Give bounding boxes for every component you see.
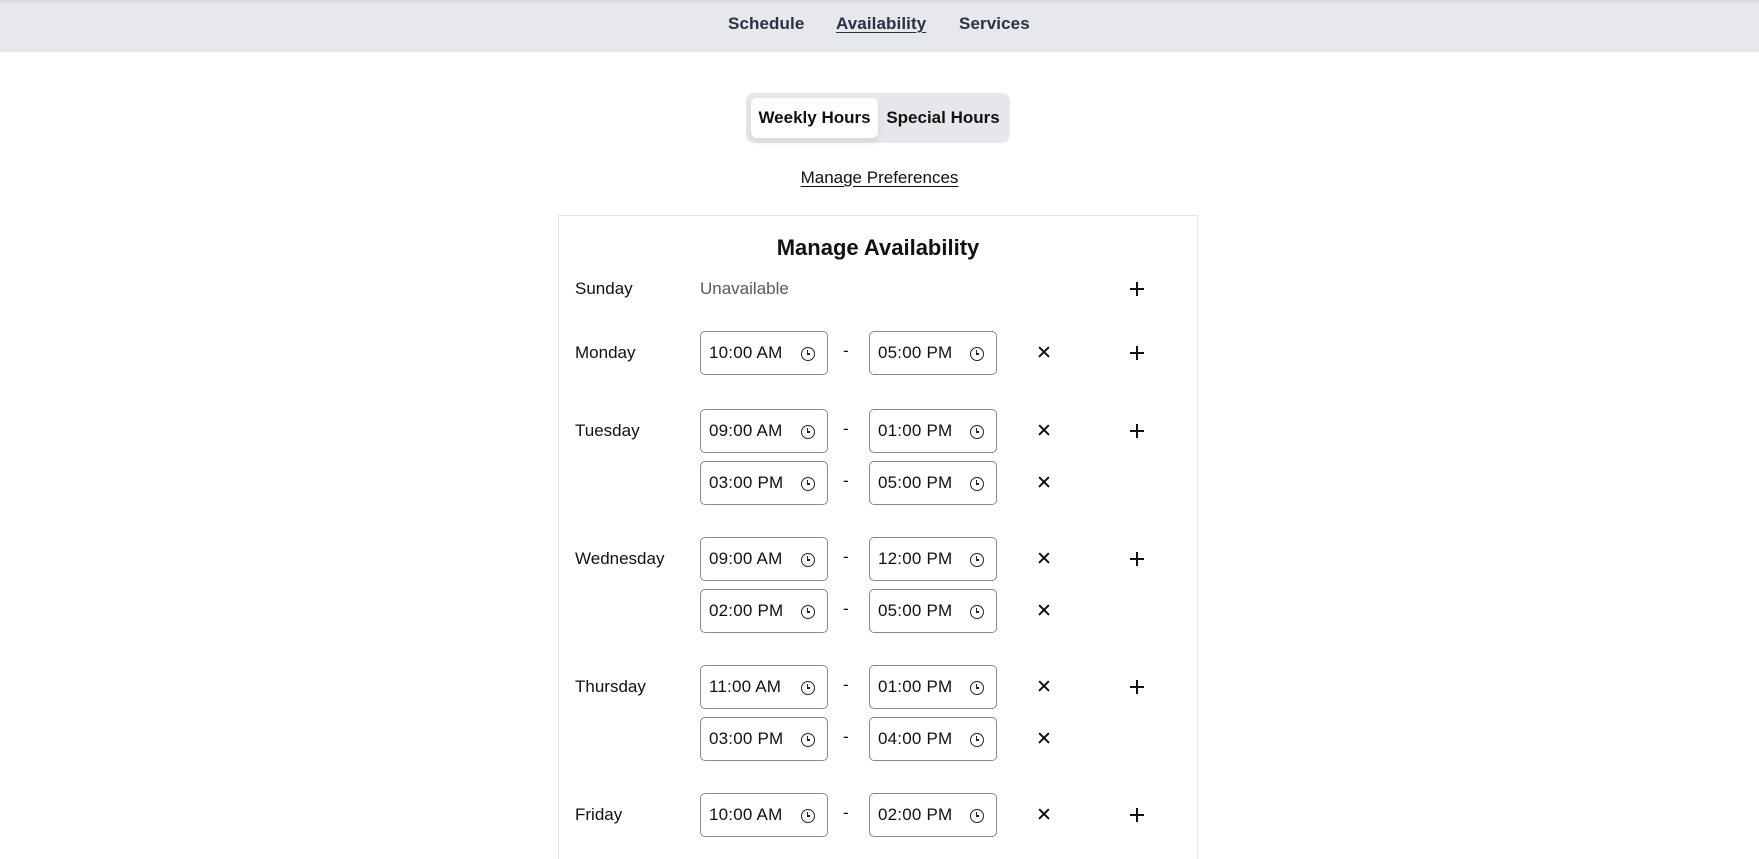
close-icon[interactable]	[1034, 472, 1054, 492]
start-time-input[interactable]: 09:00 AM	[700, 537, 828, 581]
end-time-value: 12:00 PM	[878, 549, 953, 568]
time-range-separator: -	[843, 727, 849, 746]
end-time-input[interactable]: 12:00 PM	[869, 537, 997, 581]
end-time-value: 05:00 PM	[878, 601, 953, 620]
clock-icon[interactable]	[970, 733, 984, 747]
day-label-thursday: Thursday	[575, 677, 646, 696]
day-label-wednesday: Wednesday	[575, 549, 665, 568]
end-time-value: 05:00 PM	[878, 473, 953, 492]
time-range-separator: -	[843, 547, 849, 566]
main-nav: Schedule Availability Services	[0, 14, 1759, 38]
close-icon[interactable]	[1034, 804, 1054, 824]
time-range-separator: -	[843, 419, 849, 438]
end-time-input[interactable]: 01:00 PM	[869, 665, 997, 709]
clock-icon[interactable]	[801, 809, 815, 823]
time-range-separator: -	[843, 599, 849, 618]
start-time-input[interactable]: 11:00 AM	[700, 665, 828, 709]
hours-tab-switcher: Weekly Hours Special Hours	[746, 93, 1010, 143]
start-time-value: 09:00 AM	[709, 549, 783, 568]
day-label-friday: Friday	[575, 805, 623, 824]
end-time-value: 01:00 PM	[878, 421, 953, 440]
end-time-value: 04:00 PM	[878, 729, 953, 748]
clock-icon[interactable]	[801, 425, 815, 439]
time-range-separator: -	[843, 471, 849, 490]
close-icon[interactable]	[1034, 420, 1054, 440]
tab-special-hours[interactable]: Special Hours	[880, 98, 1006, 138]
plus-icon[interactable]	[1127, 805, 1147, 825]
close-icon[interactable]	[1034, 728, 1054, 748]
clock-icon[interactable]	[801, 347, 815, 361]
end-time-input[interactable]: 02:00 PM	[869, 793, 997, 837]
clock-icon[interactable]	[970, 477, 984, 491]
unavailable-text: Unavailable	[700, 279, 789, 298]
start-time-value: 03:00 PM	[709, 729, 784, 748]
nav-services[interactable]: Services	[959, 14, 1030, 34]
plus-icon[interactable]	[1127, 549, 1147, 569]
time-range-separator: -	[843, 803, 849, 822]
clock-icon[interactable]	[801, 681, 815, 695]
end-time-value: 05:00 PM	[878, 343, 953, 362]
start-time-input[interactable]: 10:00 AM	[700, 331, 828, 375]
start-time-value: 10:00 AM	[709, 805, 783, 824]
clock-icon[interactable]	[970, 425, 984, 439]
plus-icon[interactable]	[1127, 279, 1147, 299]
start-time-value: 09:00 AM	[709, 421, 783, 440]
start-time-value: 02:00 PM	[709, 601, 784, 620]
end-time-input[interactable]: 05:00 PM	[869, 589, 997, 633]
card-title: Manage Availability	[776, 235, 980, 260]
end-time-input[interactable]: 01:00 PM	[869, 409, 997, 453]
clock-icon[interactable]	[801, 605, 815, 619]
start-time-input[interactable]: 09:00 AM	[700, 409, 828, 453]
nav-schedule[interactable]: Schedule	[728, 14, 804, 34]
nav-availability[interactable]: Availability	[836, 14, 926, 34]
time-range-separator: -	[843, 675, 849, 694]
clock-icon[interactable]	[970, 681, 984, 695]
end-time-input[interactable]: 05:00 PM	[869, 461, 997, 505]
end-time-input[interactable]: 05:00 PM	[869, 331, 997, 375]
manage-preferences-link[interactable]: Manage Preferences	[801, 168, 959, 187]
plus-icon[interactable]	[1127, 677, 1147, 697]
tab-weekly-hours[interactable]: Weekly Hours	[751, 98, 878, 138]
clock-icon[interactable]	[801, 477, 815, 491]
start-time-input[interactable]: 02:00 PM	[700, 589, 828, 633]
plus-icon[interactable]	[1127, 421, 1147, 441]
top-navigation-bar: Schedule Availability Services	[0, 0, 1759, 52]
close-icon[interactable]	[1034, 548, 1054, 568]
close-icon[interactable]	[1034, 342, 1054, 362]
end-time-value: 02:00 PM	[878, 805, 953, 824]
clock-icon[interactable]	[970, 809, 984, 823]
preferences-link-row: Manage Preferences	[0, 168, 1759, 188]
plus-icon[interactable]	[1127, 343, 1147, 363]
day-label-tuesday: Tuesday	[575, 421, 640, 440]
availability-card: Manage Availability Sunday Unavailable Mon…	[558, 215, 1198, 859]
end-time-input[interactable]: 04:00 PM	[869, 717, 997, 761]
start-time-input[interactable]: 03:00 PM	[700, 717, 828, 761]
time-range-separator: -	[843, 341, 849, 360]
start-time-value: 11:00 AM	[709, 677, 782, 696]
clock-icon[interactable]	[970, 553, 984, 567]
start-time-value: 10:00 AM	[709, 343, 783, 362]
start-time-input[interactable]: 03:00 PM	[700, 461, 828, 505]
end-time-value: 01:00 PM	[878, 677, 953, 696]
day-label-sunday: Sunday	[575, 279, 633, 298]
clock-icon[interactable]	[801, 733, 815, 747]
close-icon[interactable]	[1034, 676, 1054, 696]
clock-icon[interactable]	[970, 347, 984, 361]
start-time-input[interactable]: 10:00 AM	[700, 793, 828, 837]
clock-icon[interactable]	[970, 605, 984, 619]
day-label-monday: Monday	[575, 343, 636, 362]
clock-icon[interactable]	[801, 553, 815, 567]
close-icon[interactable]	[1034, 600, 1054, 620]
start-time-value: 03:00 PM	[709, 473, 784, 492]
